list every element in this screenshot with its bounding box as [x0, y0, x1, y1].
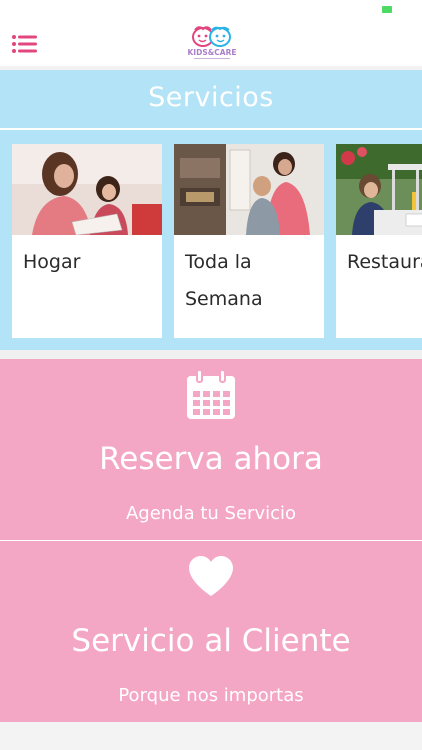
service-card-toda-la-semana[interactable]: Toda la Semana	[174, 144, 324, 338]
services-title: Servicios	[148, 82, 274, 113]
hogar-photo	[12, 144, 162, 235]
services-carousel[interactable]: Hogar Toda la Semana Restaur	[0, 144, 422, 338]
reserve-now-title: Reserva ahora	[99, 441, 323, 477]
toda-la-semana-photo	[174, 144, 324, 235]
service-card-label: Hogar	[23, 251, 81, 273]
service-card-restaurantes[interactable]: Restaura	[336, 144, 422, 338]
bottom-spacer	[0, 722, 422, 750]
kids-and-care-logo: KIDS&CARE	[186, 24, 238, 62]
menu-icon	[12, 35, 37, 53]
restaurantes-photo	[336, 144, 422, 235]
service-card-hogar[interactable]: Hogar	[12, 144, 162, 338]
services-header: Servicios	[0, 70, 422, 130]
services-section: Servicios Hogar Toda la Semana Restaur	[0, 70, 422, 350]
top-bar: KIDS&CARE	[0, 18, 422, 67]
hamburger-menu-button[interactable]	[12, 34, 38, 54]
battery-icon	[382, 6, 392, 13]
service-card-label: Toda la Semana	[185, 251, 263, 310]
customer-service-title: Servicio al Cliente	[71, 623, 351, 659]
reserve-now-subtitle: Agenda tu Servicio	[125, 503, 297, 524]
svg-text:KIDS&CARE: KIDS&CARE	[188, 48, 237, 57]
calendar-icon	[187, 369, 235, 419]
reserve-now-panel[interactable]: Reserva ahora Agenda tu Servicio	[0, 359, 422, 540]
status-bar	[0, 0, 422, 18]
section-divider	[0, 350, 422, 359]
service-card-label: Restaura	[347, 251, 422, 273]
customer-service-panel[interactable]: Servicio al Cliente Porque nos importas	[0, 541, 422, 722]
customer-service-subtitle: Porque nos importas	[118, 685, 304, 706]
heart-icon	[189, 556, 233, 596]
